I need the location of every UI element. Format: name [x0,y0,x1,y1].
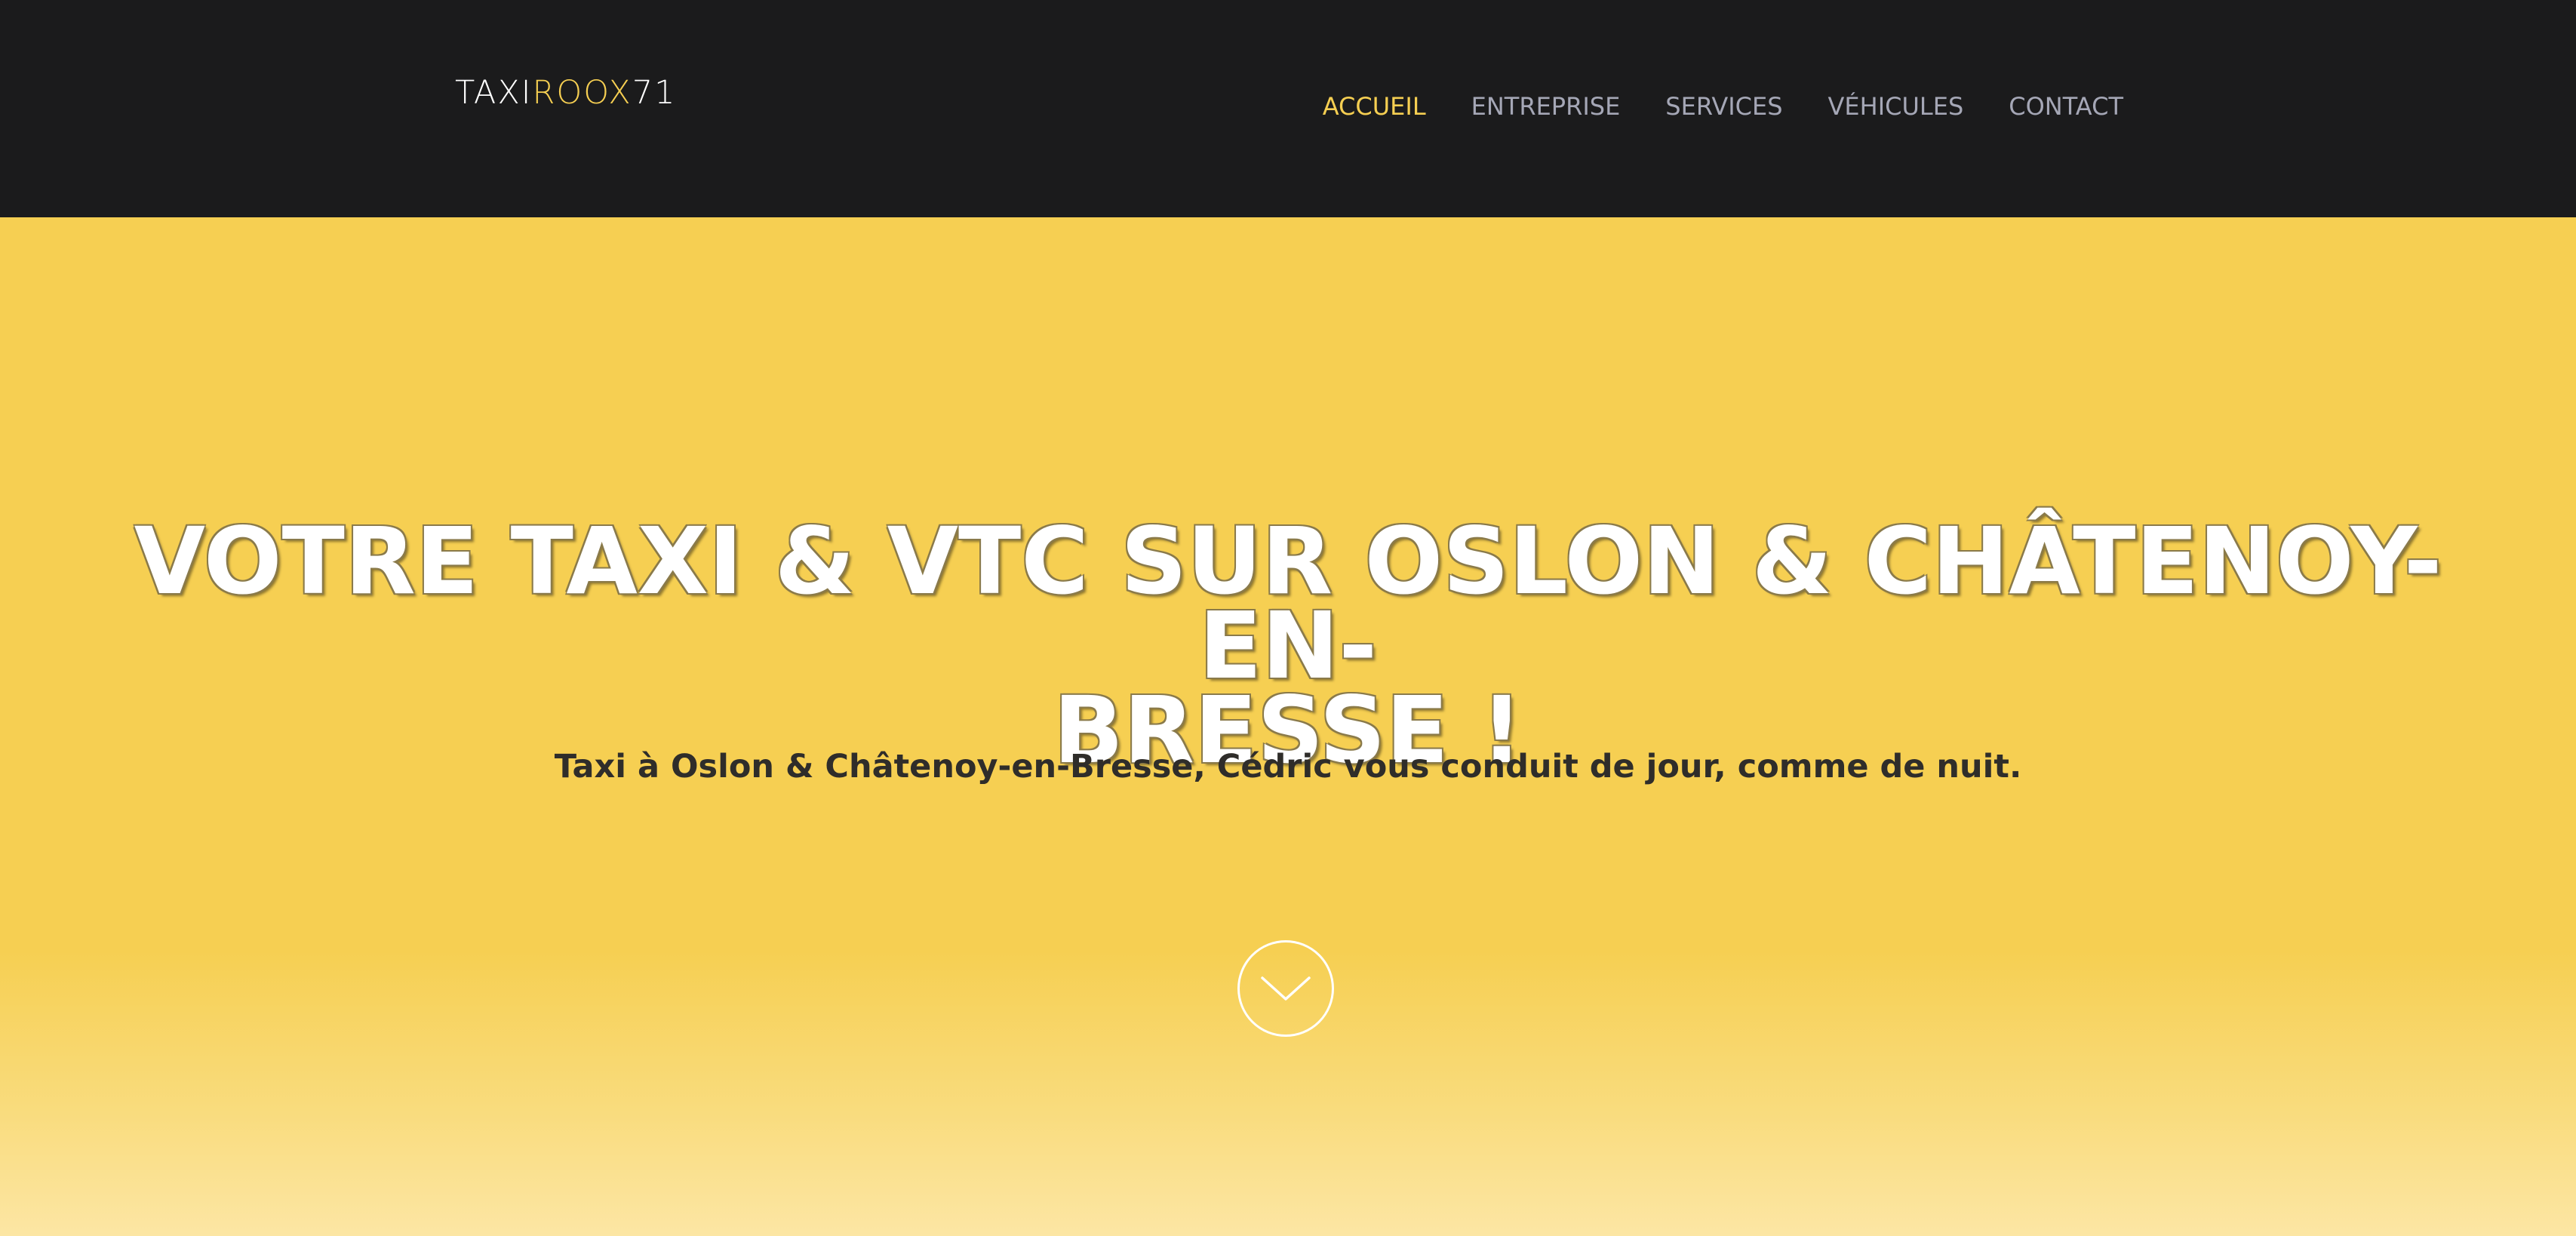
hero-title: VOTRE TAXI & VTC SUR OSLON & CHÂTENOY-EN… [75,515,2501,776]
nav-item-accueil[interactable]: ACCUEIL [1323,88,1426,125]
nav-item-contact[interactable]: CONTACT [2009,88,2123,125]
logo-text-number: 71 [632,74,677,112]
hero-subtitle: Taxi à Oslon & Châtenoy-en-Bresse, Cédri… [554,748,2022,786]
scroll-down-button[interactable] [1237,940,1334,1037]
main-navigation: ACCUEIL ENTREPRISE SERVICES VÉHICULES CO… [1323,88,2123,125]
chevron-down-icon [1261,976,1311,1001]
nav-item-vehicules[interactable]: VÉHICULES [1828,88,1964,125]
hero-section: VOTRE TAXI & VTC SUR OSLON & CHÂTENOY-EN… [0,217,2576,1236]
nav-item-entreprise[interactable]: ENTREPRISE [1471,88,1621,125]
logo-text-taxi: TAXI [455,74,533,112]
hero-title-line-1: VOTRE TAXI & VTC SUR OSLON & CHÂTENOY-EN… [134,508,2442,699]
site-header: TAXIROOX71 ACCUEIL ENTREPRISE SERVICES V… [0,0,2576,217]
logo-text-roox: ROOX [532,74,632,112]
site-logo[interactable]: TAXIROOX71 [455,72,676,113]
nav-item-services[interactable]: SERVICES [1665,88,1782,125]
